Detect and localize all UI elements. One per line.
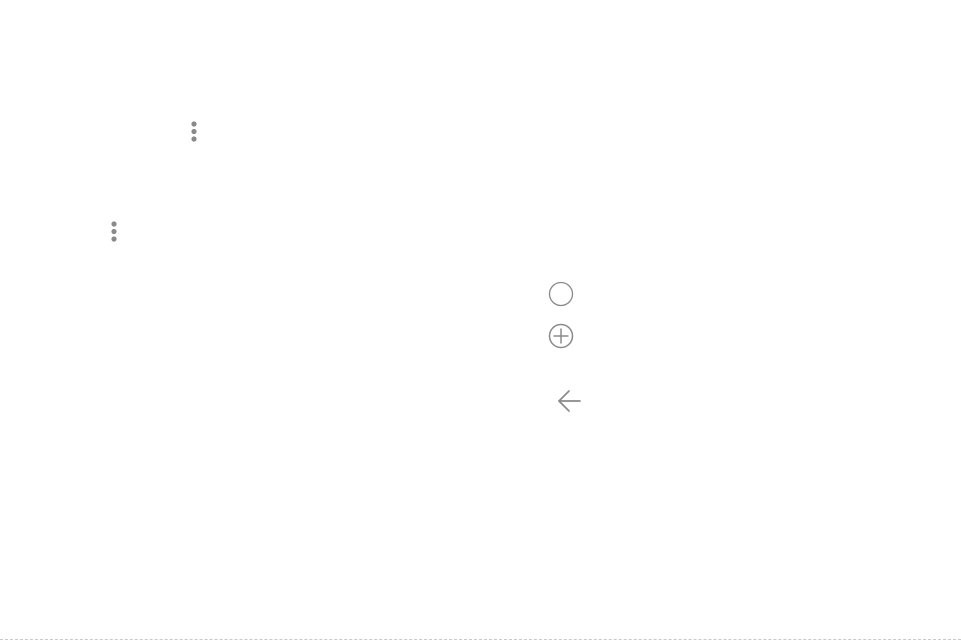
page: [0, 0, 961, 641]
more-options-icon[interactable]: [186, 120, 202, 144]
circle-icon[interactable]: [548, 281, 574, 307]
more-options-icon[interactable]: [106, 220, 122, 244]
back-arrow-icon[interactable]: [556, 388, 582, 414]
add-circle-icon[interactable]: [548, 323, 574, 349]
footer-divider: [0, 639, 961, 640]
